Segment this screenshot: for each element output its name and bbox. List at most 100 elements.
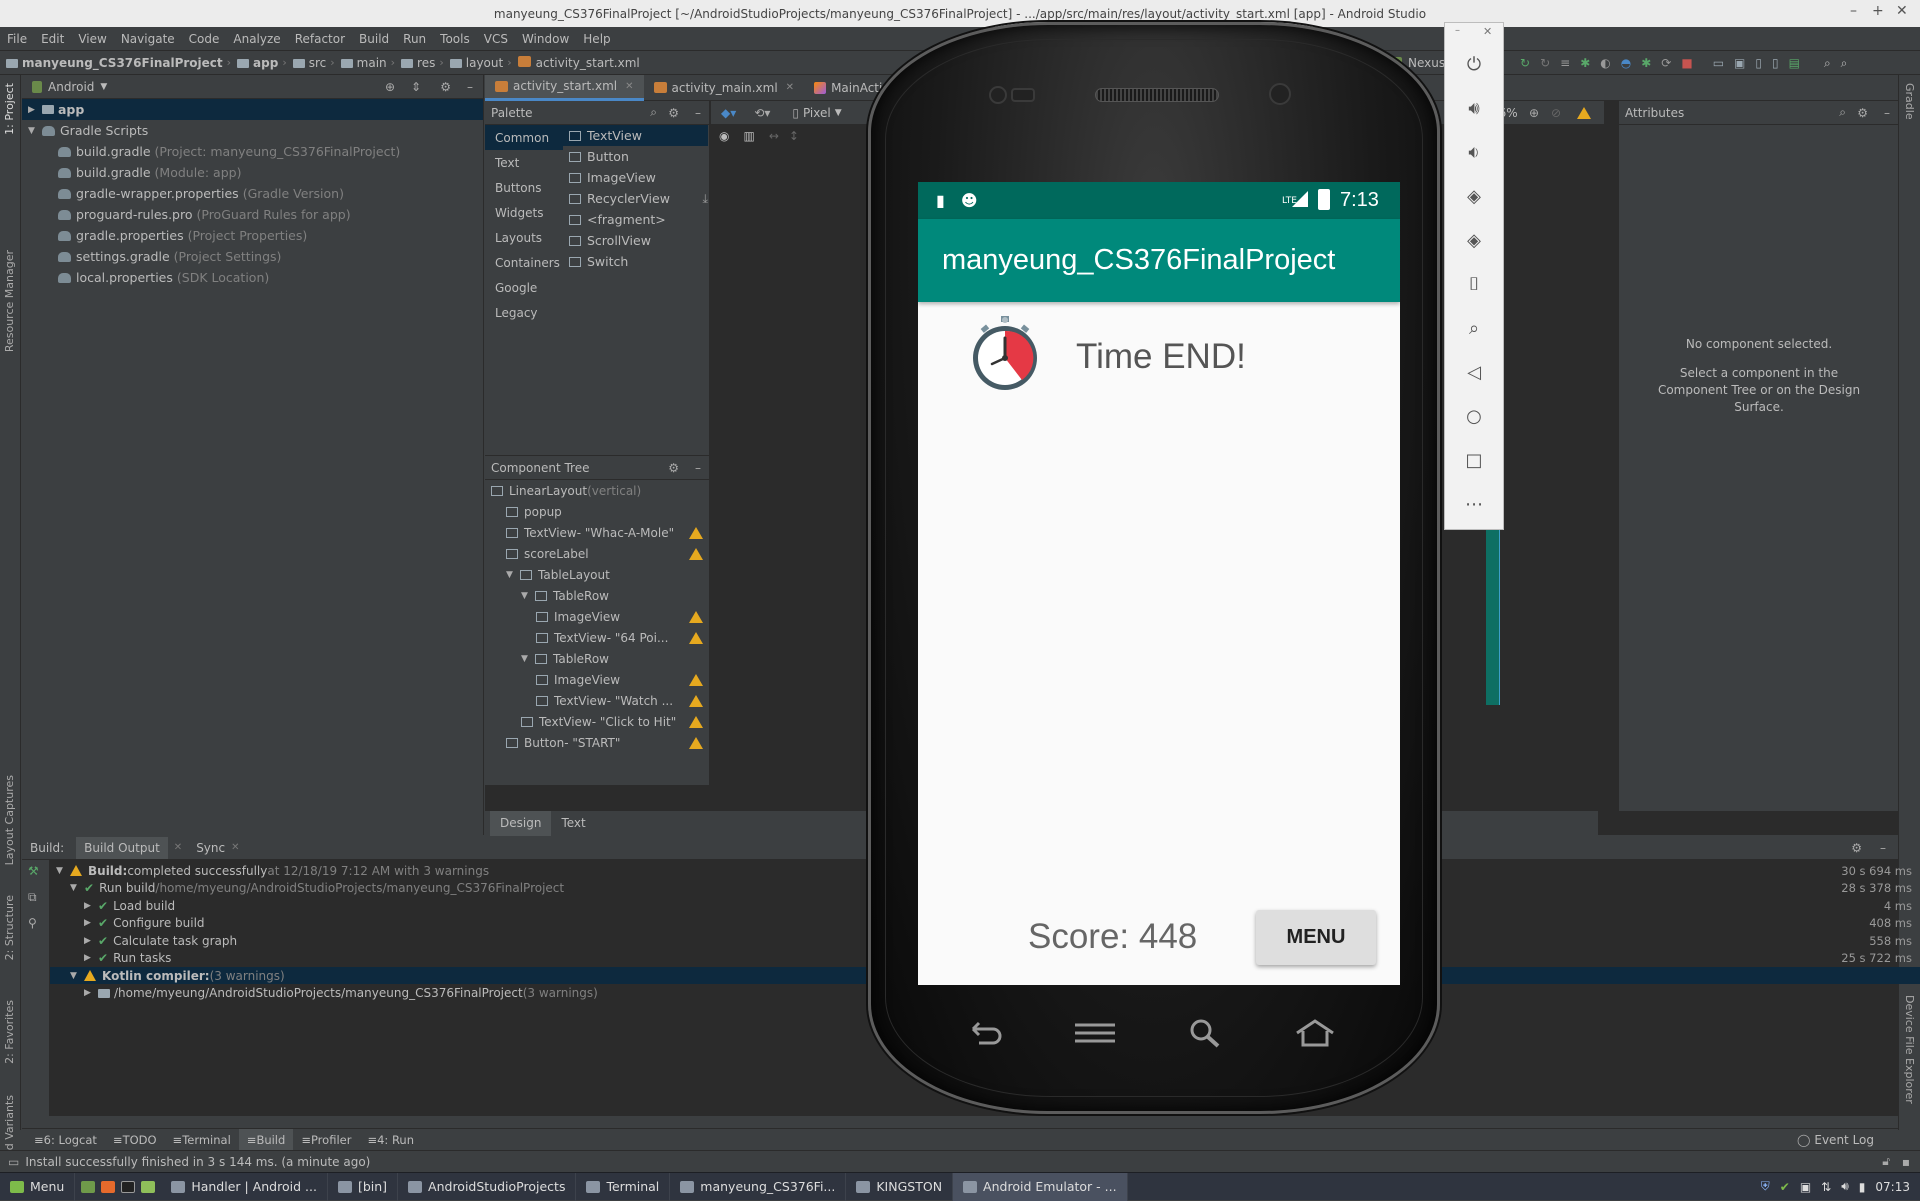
taskbar-item[interactable]: Terminal bbox=[576, 1172, 671, 1201]
tool-structure[interactable]: 2: Structure bbox=[3, 895, 16, 960]
expand-arrow-icon[interactable]: ▼ bbox=[70, 883, 84, 893]
menu-window[interactable]: Window bbox=[515, 32, 576, 46]
maximize-icon[interactable]: + bbox=[1872, 3, 1884, 19]
stop-icon[interactable]: ■ bbox=[1681, 56, 1692, 70]
zoom-icon[interactable]: ⌕ bbox=[1445, 313, 1503, 343]
tool-window-button[interactable]: ≡ Profiler bbox=[293, 1129, 359, 1151]
blueprint-icon[interactable]: ▥ bbox=[743, 129, 754, 143]
close-icon[interactable]: ✕ bbox=[231, 842, 239, 853]
expand-arrow-icon[interactable]: ▶ bbox=[84, 936, 98, 946]
tool-resource-manager[interactable]: Resource Manager bbox=[3, 250, 16, 352]
hide-panel-icon[interactable]: – bbox=[1884, 106, 1890, 120]
pin-icon[interactable]: ⚲ bbox=[28, 916, 37, 930]
settings-gear-icon[interactable]: ⚙ bbox=[1857, 106, 1868, 120]
expand-arrow-icon[interactable]: ▼ bbox=[70, 971, 84, 981]
collapse-arrow-icon[interactable]: ▼ bbox=[506, 570, 520, 580]
editor-tab[interactable]: activity_main.xml ✕ bbox=[644, 75, 805, 101]
taskbar-item[interactable]: AndroidStudioProjects bbox=[398, 1172, 577, 1201]
terminal-icon[interactable] bbox=[121, 1180, 136, 1193]
project-tree-item[interactable]: gradle.properties (Project Properties) bbox=[22, 225, 483, 246]
settings-gear-icon[interactable]: ⚙ bbox=[668, 461, 679, 475]
menu-edit[interactable]: Edit bbox=[34, 32, 71, 46]
project-tree-item[interactable]: ▶ app bbox=[22, 99, 483, 120]
menu-refactor[interactable]: Refactor bbox=[288, 32, 352, 46]
hammer-icon[interactable]: ⚒ bbox=[28, 864, 39, 878]
component-tree-item[interactable]: popup bbox=[485, 501, 709, 522]
breadcrumb-item[interactable]: manyeung_CS376FinalProject bbox=[0, 56, 227, 70]
palette-category[interactable]: Common bbox=[485, 125, 563, 150]
palette-item[interactable]: TextView bbox=[563, 125, 708, 146]
start-menu-button[interactable]: Menu bbox=[0, 1172, 76, 1201]
nav-home-icon[interactable] bbox=[1291, 1015, 1339, 1051]
device-picker[interactable]: Pixel bbox=[803, 106, 831, 120]
display-icon[interactable]: ▣ bbox=[1800, 1180, 1811, 1194]
palette-item[interactable]: <fragment> bbox=[563, 209, 708, 230]
menu-vcs[interactable]: VCS bbox=[477, 32, 515, 46]
rotate-left-icon[interactable]: ◈ bbox=[1445, 181, 1503, 211]
project-view-selector[interactable]: Android bbox=[48, 80, 94, 94]
breadcrumb-item[interactable]: layout bbox=[444, 56, 507, 70]
device-screen[interactable]: ▮ ☻ LTE 7:13 manyeung_CS376FinalProject … bbox=[918, 182, 1400, 985]
close-icon[interactable]: ✕ bbox=[1896, 3, 1908, 19]
chevron-down-icon[interactable]: ▼ bbox=[100, 82, 107, 92]
palette-item[interactable]: ScrollView bbox=[563, 230, 708, 251]
power-icon[interactable]: ⏻ bbox=[1445, 49, 1503, 79]
tool-window-button[interactable]: ≡ Terminal bbox=[165, 1129, 239, 1151]
expand-arrow-icon[interactable]: ▶ bbox=[84, 988, 98, 998]
menu-build[interactable]: Build bbox=[352, 32, 396, 46]
tool-window-button[interactable]: ≡ Build bbox=[238, 1128, 294, 1151]
component-tree-item[interactable]: TextView- "Watch ... bbox=[485, 690, 709, 711]
project-tree-item[interactable]: settings.gradle (Project Settings) bbox=[22, 246, 483, 267]
close-icon[interactable]: ✕ bbox=[786, 82, 794, 93]
menu-view[interactable]: View bbox=[71, 32, 113, 46]
settings-gear-icon[interactable]: ⚙ bbox=[440, 80, 451, 94]
close-icon[interactable]: ✕ bbox=[1483, 25, 1492, 38]
menu-analyze[interactable]: Analyze bbox=[226, 32, 287, 46]
nav-back-icon[interactable] bbox=[961, 1015, 1009, 1051]
expand-arrow-icon[interactable]: ▶ bbox=[28, 105, 42, 115]
breadcrumb-item[interactable]: main bbox=[335, 56, 391, 70]
warning-icon[interactable] bbox=[1577, 106, 1591, 119]
taskbar-item[interactable]: KINGSTON bbox=[846, 1172, 954, 1201]
component-tree-item[interactable]: Button- "START" bbox=[485, 732, 709, 753]
nav-search-icon[interactable] bbox=[1181, 1015, 1229, 1051]
palette-item[interactable]: Switch bbox=[563, 251, 708, 272]
home-icon[interactable]: ○ bbox=[1445, 401, 1503, 431]
sync-icon[interactable]: ⟳ bbox=[1661, 56, 1671, 70]
expand-arrow-icon[interactable]: ▶ bbox=[84, 901, 98, 911]
firefox-icon[interactable] bbox=[101, 1180, 116, 1193]
tool-device-file-explorer[interactable]: Device File Explorer bbox=[1903, 995, 1916, 1104]
tool-window-button[interactable]: ≡ 6: Logcat bbox=[26, 1129, 105, 1151]
search-icon[interactable]: ⌕ bbox=[1839, 105, 1846, 120]
taskbar-item[interactable]: Handler | Android ... bbox=[161, 1172, 328, 1201]
files-icon[interactable] bbox=[141, 1180, 156, 1193]
project-structure-icon[interactable]: ▭ bbox=[1713, 56, 1724, 70]
menu-run[interactable]: Run bbox=[396, 32, 433, 46]
nav-menu-icon[interactable] bbox=[1071, 1015, 1119, 1051]
search-everywhere-icon[interactable]: ⌕ bbox=[1841, 56, 1848, 71]
chevron-down-icon[interactable]: ▼ bbox=[835, 108, 842, 118]
close-icon[interactable]: ✕ bbox=[174, 842, 182, 853]
tool-favorites[interactable]: 2: Favorites bbox=[3, 1000, 16, 1064]
apply-code-changes-icon[interactable]: ↻ bbox=[1540, 56, 1550, 70]
sdk-manager-icon[interactable]: ▣ bbox=[1734, 56, 1745, 70]
vertical-constraint-icon[interactable]: ↕ bbox=[789, 129, 799, 143]
component-tree-item[interactable]: scoreLabel bbox=[485, 543, 709, 564]
volume-up-icon[interactable]: 🔊︎ bbox=[1445, 93, 1503, 123]
camera-icon[interactable]: ⌷ bbox=[1445, 269, 1503, 299]
palette-item[interactable]: ImageView bbox=[563, 167, 708, 188]
breadcrumb-item[interactable]: activity_start.xml bbox=[512, 55, 644, 70]
search-icon[interactable]: ⌕ bbox=[650, 105, 657, 120]
zoom-in-icon[interactable]: ⊕ bbox=[1529, 106, 1539, 120]
download-icon[interactable]: ⤓ bbox=[702, 191, 708, 207]
debug-attach-icon[interactable]: ✱ bbox=[1641, 56, 1651, 70]
close-icon[interactable]: ✕ bbox=[625, 81, 633, 92]
menu-help[interactable]: Help bbox=[576, 32, 617, 46]
profile-icon[interactable]: ◐ bbox=[1600, 56, 1610, 70]
project-tree-item[interactable]: local.properties (SDK Location) bbox=[22, 267, 483, 288]
event-log-button[interactable]: ◯ Event Log bbox=[1797, 1129, 1874, 1151]
component-tree-item[interactable]: ImageView bbox=[485, 606, 709, 627]
hide-panel-icon[interactable]: – bbox=[1880, 841, 1886, 855]
back-icon[interactable]: ◁ bbox=[1445, 357, 1503, 387]
taskbar-item[interactable]: Android Emulator - ... bbox=[953, 1172, 1128, 1201]
